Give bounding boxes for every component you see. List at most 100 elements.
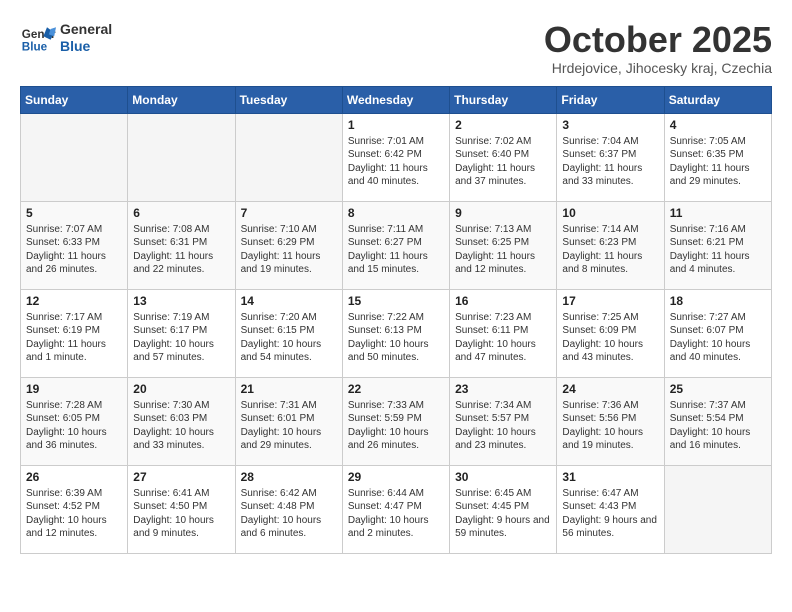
svg-text:Blue: Blue	[22, 41, 48, 54]
title-block: October 2025 Hrdejovice, Jihocesky kraj,…	[544, 20, 772, 76]
day-number: 18	[670, 294, 766, 308]
calendar-cell	[128, 113, 235, 201]
day-info: Sunrise: 7:05 AM Sunset: 6:35 PM Dayligh…	[670, 135, 766, 189]
day-info: Sunrise: 7:17 AM Sunset: 6:19 PM Dayligh…	[26, 311, 122, 365]
calendar-cell: 8 Sunrise: 7:11 AM Sunset: 6:27 PM Daylig…	[342, 201, 449, 289]
calendar-week-row: 1Sunrise: 7:01 AM Sunset: 6:42 PM Daylig…	[21, 113, 772, 201]
page-header: General Blue General Blue October 2025 H…	[20, 20, 772, 76]
day-number: 22	[348, 382, 444, 396]
weekday-header-monday: Monday	[128, 86, 235, 113]
day-number: 24	[562, 382, 658, 396]
calendar-cell: 16 Sunrise: 7:23 AM Sunset: 6:11 PM Dayli…	[450, 289, 557, 377]
day-info: Sunrise: 6:47 AM Sunset: 4:43 PM Dayligh…	[562, 487, 658, 541]
calendar-cell: 20 Sunrise: 7:30 AM Sunset: 6:03 PM Dayli…	[128, 377, 235, 465]
calendar-cell: 5 Sunrise: 7:07 AM Sunset: 6:33 PM Daylig…	[21, 201, 128, 289]
day-number: 29	[348, 470, 444, 484]
calendar-cell: 10 Sunrise: 7:14 AM Sunset: 6:23 PM Dayli…	[557, 201, 664, 289]
calendar-cell: 28Sunrise: 6:42 AM Sunset: 4:48 PM Dayli…	[235, 465, 342, 553]
calendar-cell: 17Sunrise: 7:25 AM Sunset: 6:09 PM Dayli…	[557, 289, 664, 377]
calendar-cell	[21, 113, 128, 201]
calendar-cell: 21 Sunrise: 7:31 AM Sunset: 6:01 PM Dayli…	[235, 377, 342, 465]
day-number: 16	[455, 294, 551, 308]
day-info: Sunrise: 7:08 AM Sunset: 6:31 PM Dayligh…	[133, 223, 229, 277]
day-number: 17	[562, 294, 658, 308]
day-number: 19	[26, 382, 122, 396]
day-number: 6	[133, 206, 229, 220]
weekday-header-tuesday: Tuesday	[235, 86, 342, 113]
calendar-cell: 31 Sunrise: 6:47 AM Sunset: 4:43 PM Dayli…	[557, 465, 664, 553]
calendar-cell: 27Sunrise: 6:41 AM Sunset: 4:50 PM Dayli…	[128, 465, 235, 553]
day-number: 3	[562, 118, 658, 132]
day-info: Sunrise: 6:44 AM Sunset: 4:47 PM Dayligh…	[348, 487, 444, 541]
day-info: Sunrise: 7:37 AM Sunset: 5:54 PM Dayligh…	[670, 399, 766, 453]
day-info: Sunrise: 7:02 AM Sunset: 6:40 PM Dayligh…	[455, 135, 551, 189]
day-number: 10	[562, 206, 658, 220]
calendar-cell: 11 Sunrise: 7:16 AM Sunset: 6:21 PM Dayli…	[664, 201, 771, 289]
calendar-cell: 30Sunrise: 6:45 AM Sunset: 4:45 PM Dayli…	[450, 465, 557, 553]
calendar-cell: 19 Sunrise: 7:28 AM Sunset: 6:05 PM Dayli…	[21, 377, 128, 465]
calendar-cell: 22 Sunrise: 7:33 AM Sunset: 5:59 PM Dayli…	[342, 377, 449, 465]
day-info: Sunrise: 7:04 AM Sunset: 6:37 PM Dayligh…	[562, 135, 658, 189]
calendar-week-row: 26 Sunrise: 6:39 AM Sunset: 4:52 PM Dayli…	[21, 465, 772, 553]
calendar-cell: 26 Sunrise: 6:39 AM Sunset: 4:52 PM Dayli…	[21, 465, 128, 553]
day-number: 15	[348, 294, 444, 308]
day-info: Sunrise: 7:22 AM Sunset: 6:13 PM Dayligh…	[348, 311, 444, 365]
day-info: Sunrise: 7:36 AM Sunset: 5:56 PM Dayligh…	[562, 399, 658, 453]
month-title: October 2025	[544, 20, 772, 60]
calendar-week-row: 19 Sunrise: 7:28 AM Sunset: 6:05 PM Dayli…	[21, 377, 772, 465]
logo-icon: General Blue	[20, 20, 56, 56]
day-number: 2	[455, 118, 551, 132]
day-number: 23	[455, 382, 551, 396]
day-info: Sunrise: 6:41 AM Sunset: 4:50 PM Dayligh…	[133, 487, 229, 541]
weekday-header-thursday: Thursday	[450, 86, 557, 113]
day-info: Sunrise: 7:28 AM Sunset: 6:05 PM Dayligh…	[26, 399, 122, 453]
calendar-cell: 6 Sunrise: 7:08 AM Sunset: 6:31 PM Daylig…	[128, 201, 235, 289]
day-info: Sunrise: 7:34 AM Sunset: 5:57 PM Dayligh…	[455, 399, 551, 453]
calendar-cell: 29 Sunrise: 6:44 AM Sunset: 4:47 PM Dayli…	[342, 465, 449, 553]
day-number: 7	[241, 206, 337, 220]
calendar-cell: 13 Sunrise: 7:19 AM Sunset: 6:17 PM Dayli…	[128, 289, 235, 377]
weekday-header-wednesday: Wednesday	[342, 86, 449, 113]
day-number: 31	[562, 470, 658, 484]
day-number: 9	[455, 206, 551, 220]
day-info: Sunrise: 7:16 AM Sunset: 6:21 PM Dayligh…	[670, 223, 766, 277]
calendar-cell: 15 Sunrise: 7:22 AM Sunset: 6:13 PM Dayli…	[342, 289, 449, 377]
calendar-table: SundayMondayTuesdayWednesdayThursdayFrid…	[20, 86, 772, 554]
day-number: 21	[241, 382, 337, 396]
calendar-cell: 25Sunrise: 7:37 AM Sunset: 5:54 PM Dayli…	[664, 377, 771, 465]
day-info: Sunrise: 7:01 AM Sunset: 6:42 PM Dayligh…	[348, 135, 444, 189]
calendar-cell: 14Sunrise: 7:20 AM Sunset: 6:15 PM Dayli…	[235, 289, 342, 377]
day-number: 5	[26, 206, 122, 220]
day-number: 13	[133, 294, 229, 308]
calendar-cell: 24 Sunrise: 7:36 AM Sunset: 5:56 PM Dayli…	[557, 377, 664, 465]
calendar-cell: 3 Sunrise: 7:04 AM Sunset: 6:37 PM Daylig…	[557, 113, 664, 201]
day-number: 8	[348, 206, 444, 220]
day-info: Sunrise: 6:42 AM Sunset: 4:48 PM Dayligh…	[241, 487, 337, 541]
day-info: Sunrise: 7:23 AM Sunset: 6:11 PM Dayligh…	[455, 311, 551, 365]
calendar-cell	[235, 113, 342, 201]
logo-text: General Blue	[60, 21, 112, 55]
calendar-cell: 23 Sunrise: 7:34 AM Sunset: 5:57 PM Dayli…	[450, 377, 557, 465]
day-number: 26	[26, 470, 122, 484]
day-info: Sunrise: 7:31 AM Sunset: 6:01 PM Dayligh…	[241, 399, 337, 453]
calendar-week-row: 12 Sunrise: 7:17 AM Sunset: 6:19 PM Dayli…	[21, 289, 772, 377]
weekday-header-saturday: Saturday	[664, 86, 771, 113]
day-info: Sunrise: 7:27 AM Sunset: 6:07 PM Dayligh…	[670, 311, 766, 365]
calendar-cell: 18 Sunrise: 7:27 AM Sunset: 6:07 PM Dayli…	[664, 289, 771, 377]
day-number: 12	[26, 294, 122, 308]
calendar-cell: 7Sunrise: 7:10 AM Sunset: 6:29 PM Daylig…	[235, 201, 342, 289]
calendar-cell	[664, 465, 771, 553]
day-info: Sunrise: 7:30 AM Sunset: 6:03 PM Dayligh…	[133, 399, 229, 453]
day-info: Sunrise: 7:19 AM Sunset: 6:17 PM Dayligh…	[133, 311, 229, 365]
weekday-header-friday: Friday	[557, 86, 664, 113]
day-number: 11	[670, 206, 766, 220]
day-number: 20	[133, 382, 229, 396]
logo: General Blue General Blue	[20, 20, 112, 56]
day-info: Sunrise: 7:11 AM Sunset: 6:27 PM Dayligh…	[348, 223, 444, 277]
day-info: Sunrise: 6:39 AM Sunset: 4:52 PM Dayligh…	[26, 487, 122, 541]
calendar-cell: 9Sunrise: 7:13 AM Sunset: 6:25 PM Daylig…	[450, 201, 557, 289]
day-info: Sunrise: 7:33 AM Sunset: 5:59 PM Dayligh…	[348, 399, 444, 453]
day-info: Sunrise: 7:14 AM Sunset: 6:23 PM Dayligh…	[562, 223, 658, 277]
weekday-header-row: SundayMondayTuesdayWednesdayThursdayFrid…	[21, 86, 772, 113]
day-info: Sunrise: 7:07 AM Sunset: 6:33 PM Dayligh…	[26, 223, 122, 277]
